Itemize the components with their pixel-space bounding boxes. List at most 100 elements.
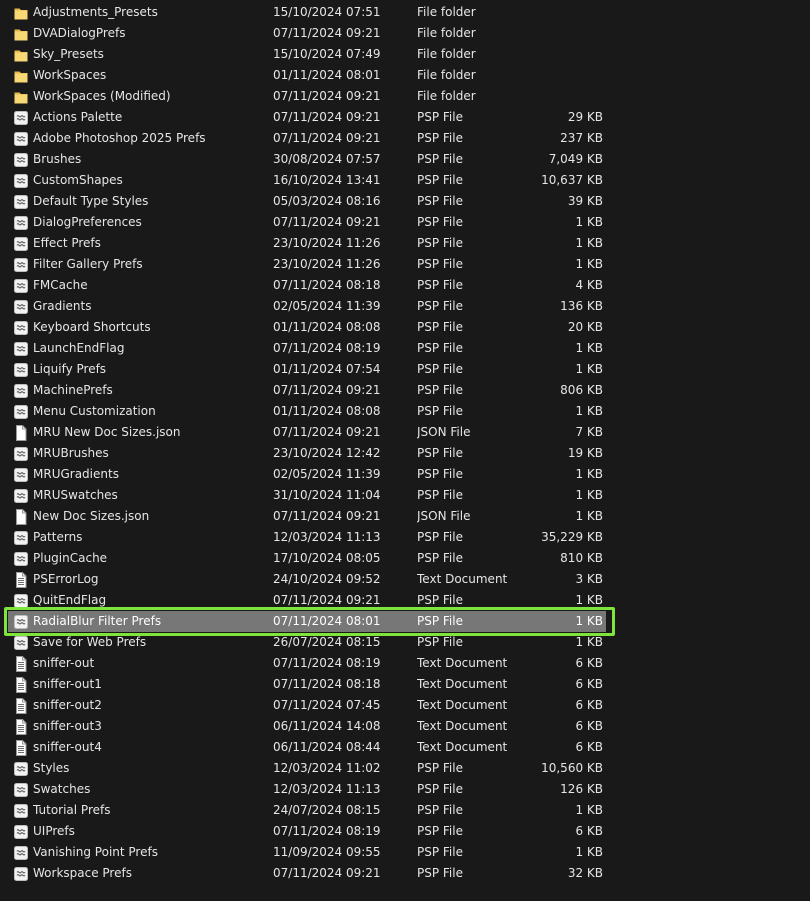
file-row[interactable]: FMCache 07/11/2024 08:18 PSP File 4 KB	[0, 275, 810, 296]
file-size: 10,637 KB	[541, 173, 603, 187]
file-row[interactable]: New Doc Sizes.json 07/11/2024 09:21 JSON F…	[0, 506, 810, 527]
psp-file-icon	[14, 362, 28, 378]
file-size: 1 KB	[575, 467, 603, 481]
psp-file-icon	[14, 278, 28, 294]
file-row[interactable]: sniffer-out 07/11/2024 08:19 Text Document…	[0, 653, 810, 674]
file-name: Workspace Prefs	[33, 866, 132, 880]
file-row[interactable]: sniffer-out4 06/11/2024 08:44 Text Documen…	[0, 737, 810, 758]
file-row[interactable]: MRUSwatches 31/10/2024 11:04 PSP File 1 KB	[0, 485, 810, 506]
file-row[interactable]: CustomShapes 16/10/2024 13:41 PSP File 10,6…	[0, 170, 810, 191]
psp-file-icon	[14, 488, 28, 504]
file-row[interactable]: Actions Palette 07/11/2024 09:21 PSP File 2…	[0, 107, 810, 128]
file-size: 20 KB	[567, 320, 603, 334]
file-row[interactable]: Effect Prefs 23/10/2024 11:26 PSP File 1 KB	[0, 233, 810, 254]
file-row[interactable]: UIPrefs 07/11/2024 08:19 PSP File 6 KB	[0, 821, 810, 842]
file-row[interactable]: Adobe Photoshop 2025 Prefs 07/11/2024 09:…	[0, 128, 810, 149]
file-row[interactable]: sniffer-out3 06/11/2024 14:08 Text Documen…	[0, 716, 810, 737]
file-row[interactable]: Workspace Prefs 07/11/2024 09:21 PSP File 3…	[0, 863, 810, 884]
file-row[interactable]: sniffer-out1 07/11/2024 08:18 Text Documen…	[0, 674, 810, 695]
file-name: Swatches	[33, 782, 91, 796]
file-size: 29 KB	[567, 110, 603, 124]
file-size: 6 KB	[575, 656, 603, 670]
file-name: New Doc Sizes.json	[33, 509, 150, 523]
file-row[interactable]: Save for Web Prefs 26/07/2024 08:15 PSP Fi…	[0, 632, 810, 653]
file-row[interactable]: Liquify Prefs 01/11/2024 07:54 PSP File 1 K…	[0, 359, 810, 380]
psp-file-icon	[14, 761, 28, 777]
file-row[interactable]: DVADialogPrefs 07/11/2024 09:21 File folde…	[0, 23, 810, 44]
file-row[interactable]: MRUBrushes 23/10/2024 12:42 PSP File 19 KB	[0, 443, 810, 464]
psp-file-icon	[14, 131, 28, 147]
file-date-modified: 07/11/2024 09:21	[273, 89, 381, 103]
file-size: 6 KB	[575, 698, 603, 712]
file-row[interactable]: Default Type Styles 05/03/2024 08:16 PSP F…	[0, 191, 810, 212]
file-size: 19 KB	[567, 446, 603, 460]
file-size: 1 KB	[575, 215, 603, 229]
file-name: sniffer-out4	[33, 740, 102, 754]
file-row[interactable]: Keyboard Shortcuts 01/11/2024 08:08 PSP Fi…	[0, 317, 810, 338]
blank-file-icon	[14, 509, 28, 525]
file-date-modified: 01/11/2024 08:01	[273, 68, 381, 82]
psp-file-icon	[14, 152, 28, 168]
text-file-icon	[14, 677, 28, 693]
file-date-modified: 23/10/2024 11:26	[273, 236, 381, 250]
file-name: Adobe Photoshop 2025 Prefs	[33, 131, 206, 145]
file-date-modified: 12/03/2024 11:02	[273, 761, 381, 775]
file-date-modified: 30/08/2024 07:57	[273, 152, 381, 166]
text-file-icon	[14, 656, 28, 672]
file-row[interactable]: PluginCache 17/10/2024 08:05 PSP File 810 K…	[0, 548, 810, 569]
file-row[interactable]: Adjustments_Presets 15/10/2024 07:51 File …	[0, 2, 810, 23]
file-row[interactable]: Tutorial Prefs 24/07/2024 08:15 PSP File 1 …	[0, 800, 810, 821]
file-name: Save for Web Prefs	[33, 635, 147, 649]
folder-icon	[14, 47, 28, 63]
file-row[interactable]: Filter Gallery Prefs 23/10/2024 11:26 PSP …	[0, 254, 810, 275]
file-date-modified: 05/03/2024 08:16	[273, 194, 381, 208]
file-date-modified: 24/07/2024 08:15	[273, 803, 381, 817]
file-name: Sky_Presets	[33, 47, 104, 61]
file-row[interactable]: Menu Customization 01/11/2024 08:08 PSP Fi…	[0, 401, 810, 422]
file-row[interactable]: Brushes 30/08/2024 07:57 PSP File 7,049 KB	[0, 149, 810, 170]
text-file-icon	[14, 719, 28, 735]
file-size: 126 KB	[560, 782, 603, 796]
file-row-selected[interactable]: RadialBlur Filter Prefs 07/11/2024 08:01 P…	[0, 607, 810, 636]
file-row[interactable]: DialogPreferences 07/11/2024 09:21 PSP Fil…	[0, 212, 810, 233]
file-row[interactable]: WorkSpaces (Modified) 07/11/2024 09:21 Fil…	[0, 86, 810, 107]
psp-file-icon	[14, 257, 28, 273]
file-row[interactable]: Swatches 12/03/2024 11:13 PSP File 126 KB	[0, 779, 810, 800]
file-row[interactable]: MachinePrefs 07/11/2024 09:21 PSP File 806 …	[0, 380, 810, 401]
file-row[interactable]: WorkSpaces 01/11/2024 08:01 File folder	[0, 65, 810, 86]
file-date-modified: 24/10/2024 09:52	[273, 572, 381, 586]
file-size: 6 KB	[575, 677, 603, 691]
file-size: 1 KB	[575, 845, 603, 859]
file-row[interactable]: Styles 12/03/2024 11:02 PSP File 10,560 KB	[0, 758, 810, 779]
file-name: sniffer-out1	[33, 677, 102, 691]
file-row[interactable]: Sky_Presets 15/10/2024 07:49 File folder	[0, 44, 810, 65]
file-row[interactable]: Patterns 12/03/2024 11:13 PSP File 35,229 K…	[0, 527, 810, 548]
file-name: Effect Prefs	[33, 236, 101, 250]
file-size: 4 KB	[575, 278, 603, 292]
text-file-icon	[14, 698, 28, 714]
file-row[interactable]: PSErrorLog 24/10/2024 09:52 Text Document 3…	[0, 569, 810, 590]
file-row[interactable]: Vanishing Point Prefs 11/09/2024 09:55 PSP…	[0, 842, 810, 863]
file-name: Keyboard Shortcuts	[33, 320, 151, 334]
file-name: PluginCache	[33, 551, 108, 565]
file-date-modified: 07/11/2024 09:21	[273, 383, 381, 397]
psp-file-icon	[14, 341, 28, 357]
file-row[interactable]: Gradients 02/05/2024 11:39 PSP File 136 KB	[0, 296, 810, 317]
text-file-icon	[14, 740, 28, 756]
file-date-modified: 17/10/2024 08:05	[273, 551, 381, 565]
file-size: 1 KB	[575, 236, 603, 250]
psp-file-icon	[14, 173, 28, 189]
file-row[interactable]: MRUGradients 02/05/2024 11:39 PSP File 1 KB	[0, 464, 810, 485]
file-name: MRUSwatches	[33, 488, 118, 502]
file-row[interactable]: sniffer-out2 07/11/2024 07:45 Text Documen…	[0, 695, 810, 716]
file-size: 32 KB	[567, 866, 603, 880]
file-date-modified: 01/11/2024 08:08	[273, 404, 381, 418]
file-row[interactable]: LaunchEndFlag 07/11/2024 08:19 PSP File 1 K…	[0, 338, 810, 359]
file-date-modified: 23/10/2024 12:42	[273, 446, 381, 460]
file-size: 1 KB	[575, 488, 603, 502]
file-row[interactable]: MRU New Doc Sizes.json 07/11/2024 09:21 JS…	[0, 422, 810, 443]
file-size: 136 KB	[560, 299, 603, 313]
file-size: 810 KB	[560, 551, 603, 565]
folder-icon	[14, 68, 28, 84]
file-date-modified: 31/10/2024 11:04	[273, 488, 381, 502]
